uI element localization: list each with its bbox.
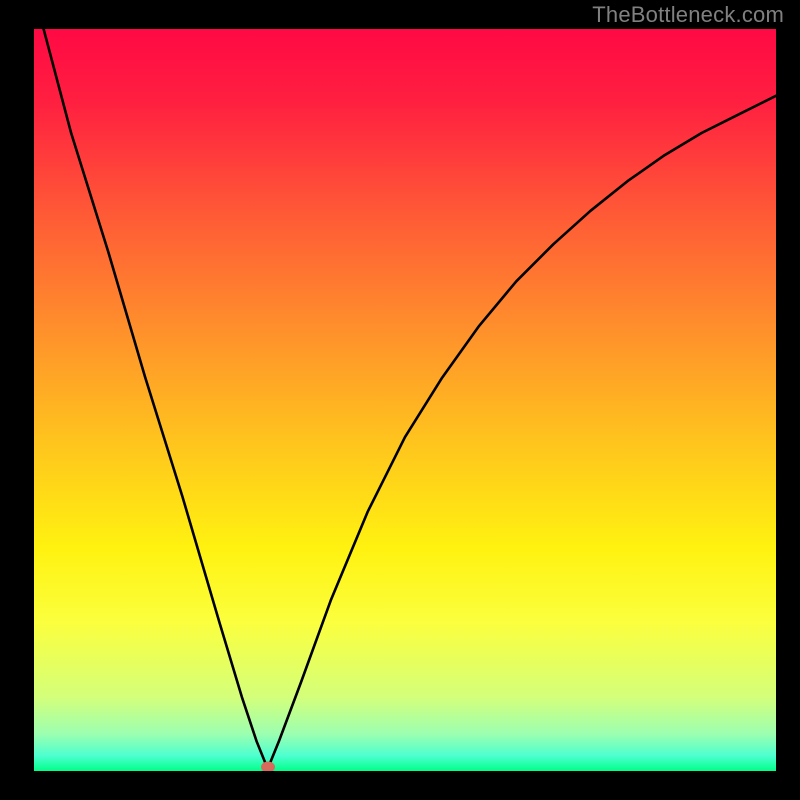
plot-area [34,29,776,771]
minimum-marker-icon [261,762,275,772]
curve-line [34,29,776,771]
chart-frame: TheBottleneck.com [0,0,800,800]
watermark-text: TheBottleneck.com [592,2,784,28]
